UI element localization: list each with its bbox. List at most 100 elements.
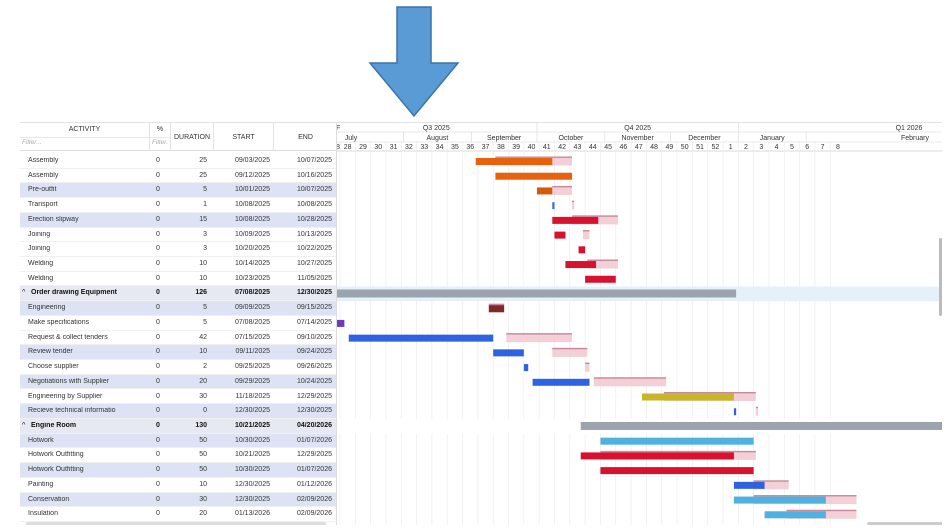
gantt-timeline-svg: F Q3 2025 Q4 2025 Q1 2026 July August Septembe… (337, 123, 942, 525)
end-cell: 10/13/2025 (296, 230, 332, 238)
start-cell: 07/08/2025 (234, 289, 270, 297)
table-row[interactable]: Insulation 0 20 01/13/2026 02/09/2026 (20, 507, 336, 522)
table-row[interactable]: Request & collect tenders 0 42 07/15/2025 09… (20, 331, 336, 346)
table-row[interactable]: Make specifications 0 5 07/08/2025 07/14/202… (20, 316, 336, 331)
duration-cell: 25 (199, 171, 207, 179)
week-label: 5 (790, 144, 794, 151)
table-row[interactable]: Transport 0 1 10/08/2025 10/08/2025 (20, 198, 336, 213)
end-cell: 10/08/2025 (296, 201, 332, 209)
week-label: 4 (775, 144, 779, 151)
baseline-top-line (755, 406, 759, 409)
activity-name: Assembly (28, 171, 59, 179)
week-label: 39 (512, 144, 520, 151)
activity-name: Conservation (28, 495, 70, 503)
table-row[interactable]: Recieve technical informatio 0 0 12/30/2025… (20, 404, 336, 419)
duration-cell: 15 (199, 215, 207, 223)
table-row[interactable]: Negotiations with Supplier 0 20 09/29/2025 1… (20, 374, 336, 390)
task-bar (565, 261, 597, 269)
vertical-scrollbar[interactable] (939, 238, 942, 316)
baseline-top-line (552, 347, 588, 350)
baseline-top-line (593, 377, 667, 379)
duration-cell: 20 (199, 510, 207, 518)
table-row[interactable]: Welding 0 10 10/14/2025 10/27/2025 (20, 257, 336, 272)
week-label: 28 (344, 144, 352, 151)
duration-cell: 1 (203, 201, 207, 209)
task-bar (733, 408, 737, 416)
table-row[interactable]: Conservation 0 30 12/30/2025 02/09/2026 (20, 492, 336, 508)
task-bar (733, 496, 826, 504)
column-header-activity[interactable]: ACTIVITY Filter... (20, 123, 150, 151)
activity-filter-input[interactable]: Filter... (22, 139, 42, 146)
summary-row[interactable]: ^ Engine Room 0 130 10/21/2025 04/20/2026 (20, 418, 336, 434)
activity-name: Hotwork (28, 436, 54, 444)
start-cell: 10/01/2025 (234, 186, 270, 194)
week-label: 45 (604, 144, 612, 151)
table-row[interactable]: Hotwork Outfitting 0 50 10/21/2025 12/29/202… (20, 448, 336, 464)
grid-horizontal-scrollbar[interactable] (26, 522, 326, 525)
summary-bar (337, 289, 737, 298)
week-label: 40 (528, 144, 536, 151)
baseline-top-line (488, 303, 505, 306)
table-row[interactable]: Painting 0 10 12/30/2025 01/12/2026 (20, 478, 336, 493)
duration-cell: 30 (199, 392, 207, 400)
month-label: January (760, 135, 785, 142)
task-bar (337, 319, 345, 327)
column-header-end[interactable]: END (274, 123, 336, 151)
summary-row[interactable]: ^ Order drawing Equipment 0 126 07/08/2025 12… (20, 286, 336, 302)
baseline-top-line (585, 362, 590, 364)
activity-name: Erection slipway (28, 215, 79, 223)
chevron-up-icon[interactable]: ^ (22, 289, 31, 296)
task-bar (475, 158, 553, 165)
week-label: 36 (466, 144, 474, 151)
duration-cell: 10 (199, 348, 207, 356)
table-row[interactable]: Choose supplier 0 2 09/25/2025 09/26/2025 (20, 360, 336, 375)
table-row[interactable]: Assembly 0 25 09/03/2025 10/07/2025 (20, 154, 336, 169)
column-header-start[interactable]: START (214, 123, 274, 151)
week-label: 49 (665, 144, 673, 151)
table-row[interactable]: Engineering by Supplier 0 30 11/18/2025 12/2… (20, 390, 336, 405)
duration-cell: 50 (199, 451, 207, 459)
start-cell: 09/09/2025 (234, 304, 270, 312)
end-cell: 10/27/2025 (296, 260, 332, 268)
quarter-label: Q3 2025 (423, 125, 450, 132)
start-cell: 12/30/2025 (234, 480, 270, 488)
table-row[interactable]: Engineering 0 5 09/09/2025 09/15/2025 (20, 301, 336, 316)
table-row[interactable]: Joining 0 3 10/09/2025 10/13/2025 (20, 228, 336, 243)
week-label: 3 (759, 144, 763, 151)
week-label: 30 (374, 144, 382, 151)
month-label: November (621, 135, 654, 142)
table-row[interactable]: Hotwork Outfitting 0 50 10/30/2025 01/07/202… (20, 463, 336, 478)
baseline-top-line (753, 495, 857, 497)
end-cell: 01/12/2026 (296, 480, 332, 488)
end-cell: 09/24/2025 (296, 348, 332, 356)
task-bar (552, 202, 555, 210)
gantt-chart: F Q3 2025 Q4 2025 Q1 2026 July August Septembe… (337, 123, 942, 525)
activity-name: Welding (28, 260, 54, 268)
activity-header-label: ACTIVITY (68, 126, 101, 133)
table-row[interactable]: Joining 0 3 10/20/2025 10/22/2025 (20, 242, 336, 257)
column-header-duration[interactable]: DURATION (171, 123, 214, 151)
table-row[interactable]: Erection slipway 0 15 10/08/2025 10/28/2025 (20, 212, 336, 228)
table-row[interactable]: Review tender 0 10 09/11/2025 09/24/2025 (20, 345, 336, 361)
task-bar (536, 187, 553, 195)
table-row[interactable]: Hotwork 0 50 10/30/2025 01/07/2026 (20, 433, 336, 449)
task-bar (532, 378, 590, 386)
table-row[interactable]: Assembly 0 25 09/12/2025 10/16/2025 (20, 169, 336, 184)
column-header-pct[interactable]: % Filter. (150, 123, 171, 151)
chart-horizontal-scrollbar[interactable] (867, 522, 942, 525)
week-label: 7 (821, 144, 825, 151)
table-row[interactable]: Welding 0 10 10/23/2025 11/05/2025 (20, 272, 336, 287)
baseline-top-line (786, 509, 857, 512)
pct-filter-input[interactable]: Filter. (152, 139, 168, 146)
task-bar (600, 437, 754, 445)
start-cell: 10/23/2025 (234, 274, 270, 282)
start-cell: 09/29/2025 (234, 377, 270, 385)
start-cell: 10/30/2025 (234, 466, 270, 474)
duration-cell: 10 (199, 260, 207, 268)
chevron-up-icon[interactable]: ^ (22, 422, 31, 429)
table-row[interactable]: Pre-outfit 0 5 10/01/2025 10/07/2025 (20, 183, 336, 199)
end-cell: 12/30/2025 (296, 289, 332, 297)
task-bar (733, 481, 765, 489)
summary-name: Engine Room (31, 421, 77, 429)
week-label: 43 (574, 144, 582, 151)
